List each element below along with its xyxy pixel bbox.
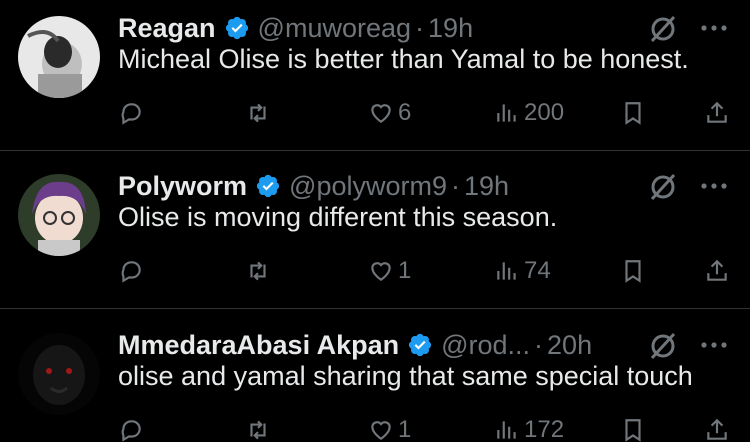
views-button[interactable]: 200 — [494, 96, 564, 130]
verified-badge-icon — [256, 174, 280, 198]
grok-icon[interactable] — [648, 331, 678, 361]
views-count: 172 — [524, 416, 565, 442]
more-icon[interactable] — [697, 176, 731, 196]
like-button[interactable]: 1 — [368, 254, 411, 288]
reply-button[interactable] — [118, 254, 148, 288]
like-button[interactable]: 6 — [368, 96, 411, 130]
grok-icon[interactable] — [648, 172, 678, 202]
like-icon — [371, 104, 391, 123]
bookmark-icon — [625, 419, 641, 442]
tweet-header: Reagan @muworeag · 19h — [118, 8, 473, 48]
display-name[interactable]: Polyworm — [118, 171, 247, 202]
tweet-header: MmedaraAbasi Akpan @rod... · 20h — [118, 325, 592, 365]
tweet[interactable]: MmedaraAbasi Akpan @rod... · 20h olise a… — [0, 325, 750, 442]
tweet[interactable]: Polyworm @polyworm9 · 19h Olise is movin… — [0, 166, 750, 306]
bookmark-button[interactable] — [620, 413, 646, 442]
reply-button[interactable] — [118, 413, 148, 442]
reply-button[interactable] — [118, 96, 148, 130]
views-button[interactable]: 74 — [494, 254, 551, 288]
avatar[interactable] — [18, 16, 100, 98]
display-name[interactable]: MmedaraAbasi Akpan — [118, 330, 399, 361]
retweet-icon — [250, 103, 266, 123]
views-count: 200 — [524, 99, 565, 126]
share-icon — [707, 259, 727, 281]
separator: · — [450, 170, 460, 201]
tweet-text: olise and yamal sharing that same specia… — [118, 361, 693, 391]
retweet-button[interactable] — [245, 254, 275, 288]
grok-icon[interactable] — [648, 14, 678, 44]
divider — [0, 150, 750, 151]
user-handle[interactable]: @muworeag — [258, 13, 411, 44]
bookmark-button[interactable] — [620, 96, 646, 130]
views-icon — [497, 421, 516, 439]
like-icon — [371, 262, 391, 281]
share-button[interactable] — [704, 96, 730, 130]
timestamp[interactable]: 20h — [547, 330, 592, 361]
like-count: 1 — [398, 416, 412, 442]
share-button[interactable] — [704, 254, 730, 288]
tweet-text: Olise is moving different this season. — [118, 202, 558, 232]
views-count: 74 — [524, 257, 551, 284]
bookmark-button[interactable] — [620, 254, 646, 288]
tweet-header: Polyworm @polyworm9 · 19h — [118, 166, 509, 206]
bookmark-icon — [625, 102, 641, 125]
reply-icon — [121, 103, 141, 125]
reply-icon — [121, 420, 141, 442]
bookmark-icon — [625, 260, 641, 283]
user-handle[interactable]: @polyworm9 — [289, 171, 447, 202]
separator: · — [534, 329, 544, 360]
share-button[interactable] — [704, 413, 730, 442]
more-icon[interactable] — [697, 335, 731, 355]
like-count: 1 — [398, 257, 412, 284]
verified-badge-icon — [408, 333, 432, 357]
action-bar: 1 74 — [0, 254, 750, 288]
tweet-text: Micheal Olise is better than Yamal to be… — [118, 44, 689, 74]
action-bar: 1 172 — [0, 413, 750, 442]
display-name[interactable]: Reagan — [118, 13, 216, 44]
like-icon — [371, 421, 391, 440]
more-icon[interactable] — [697, 18, 731, 38]
separator: · — [415, 12, 425, 43]
verified-badge-icon — [225, 16, 248, 40]
avatar[interactable] — [18, 333, 100, 415]
tweet[interactable]: Reagan @muworeag · 19h Micheal Olise is … — [0, 8, 750, 148]
divider — [0, 308, 750, 309]
retweet-icon — [250, 420, 266, 440]
views-icon — [497, 104, 516, 122]
views-icon — [497, 262, 516, 280]
like-count: 6 — [398, 99, 412, 126]
reply-icon — [121, 261, 141, 283]
views-button[interactable]: 172 — [494, 413, 564, 442]
timestamp[interactable]: 19h — [464, 171, 509, 202]
retweet-button[interactable] — [245, 413, 275, 442]
retweet-icon — [250, 261, 266, 281]
timestamp[interactable]: 19h — [428, 13, 473, 44]
action-bar: 6 200 — [0, 96, 750, 130]
retweet-button[interactable] — [245, 96, 275, 130]
share-icon — [707, 418, 727, 440]
avatar[interactable] — [18, 174, 100, 256]
share-icon — [707, 101, 727, 123]
like-button[interactable]: 1 — [368, 413, 411, 442]
user-handle[interactable]: @rod... — [441, 330, 530, 361]
